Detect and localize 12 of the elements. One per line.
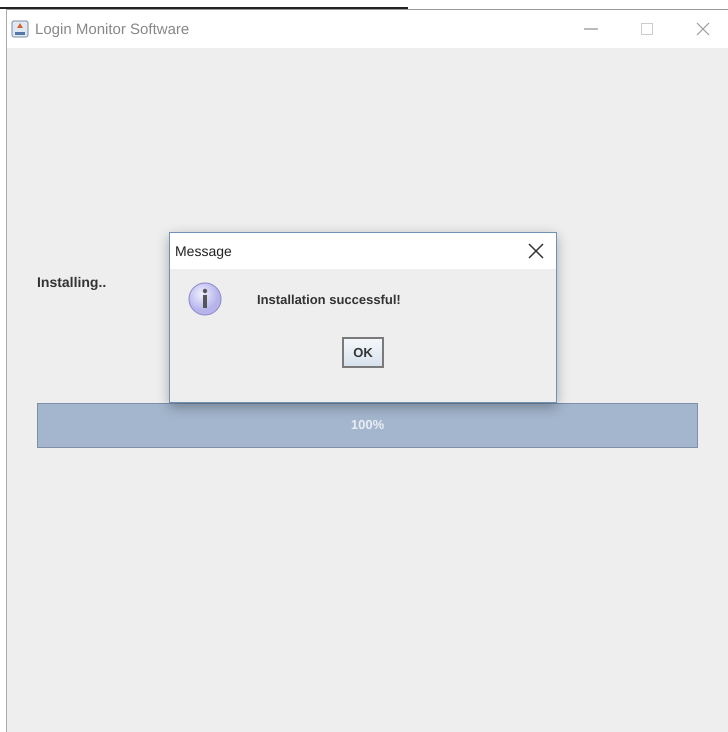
progress-reading: 100% xyxy=(350,417,386,432)
app-icon xyxy=(11,20,29,38)
close-icon xyxy=(696,22,710,36)
close-icon xyxy=(528,243,544,259)
dialog-title: Message xyxy=(175,243,233,259)
window-title: Login Monitor Software xyxy=(35,20,190,38)
dialog-message: Installation successful! xyxy=(257,292,401,306)
ok-button[interactable]: OK xyxy=(342,337,384,368)
status-label: Installing.. xyxy=(37,274,106,290)
minimize-icon xyxy=(584,28,598,30)
info-icon xyxy=(187,281,223,317)
maximize-icon xyxy=(641,23,653,35)
